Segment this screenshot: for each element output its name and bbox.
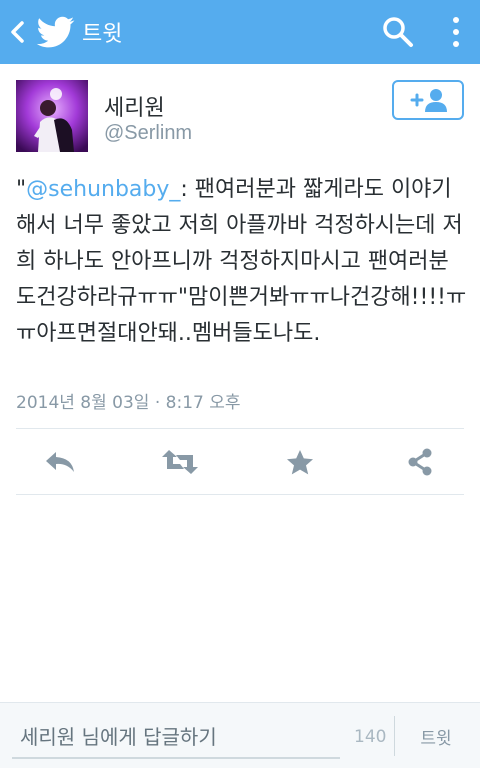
favorite-button[interactable] — [280, 444, 320, 480]
avatar[interactable] — [16, 80, 88, 152]
compose-divider — [394, 716, 395, 756]
divider — [16, 428, 464, 429]
mention-link[interactable]: @sehunbaby_ — [26, 177, 180, 202]
char-counter: 140 — [354, 727, 387, 747]
star-icon — [287, 450, 313, 475]
twitter-bird-icon[interactable] — [36, 14, 76, 50]
tweet-button[interactable]: 트윗 — [400, 716, 472, 756]
tweet-timestamp: 2014년 8월 03일 · 8:17 오후 — [16, 393, 241, 413]
author-handle[interactable]: @Serlinm — [104, 122, 192, 145]
divider — [16, 494, 464, 495]
retweet-icon — [162, 450, 198, 474]
share-button[interactable] — [400, 444, 440, 480]
reply-input[interactable] — [12, 717, 340, 759]
page-title: 트윗 — [82, 22, 123, 47]
app-bar: 트윗 — [0, 0, 480, 64]
back-chevron-icon[interactable] — [8, 20, 28, 44]
open-quote: " — [16, 177, 27, 202]
tweet-text: "@sehunbaby_: 팬여러분과 짧게라도 이야기해서 너무 좋았고 저희… — [16, 172, 468, 352]
tweet-body: : 팬여러분과 짧게라도 이야기해서 너무 좋았고 저희 아플까바 걱정하시는데… — [16, 177, 467, 346]
follow-button[interactable] — [392, 80, 464, 120]
reply-button[interactable] — [40, 444, 80, 480]
search-icon[interactable] — [380, 14, 416, 50]
retweet-button[interactable] — [160, 444, 200, 480]
reply-icon — [46, 452, 74, 472]
overflow-menu-icon[interactable] — [444, 12, 468, 52]
share-icon — [408, 448, 432, 476]
author-name[interactable]: 세리원 — [104, 90, 165, 122]
add-user-icon — [410, 89, 447, 112]
